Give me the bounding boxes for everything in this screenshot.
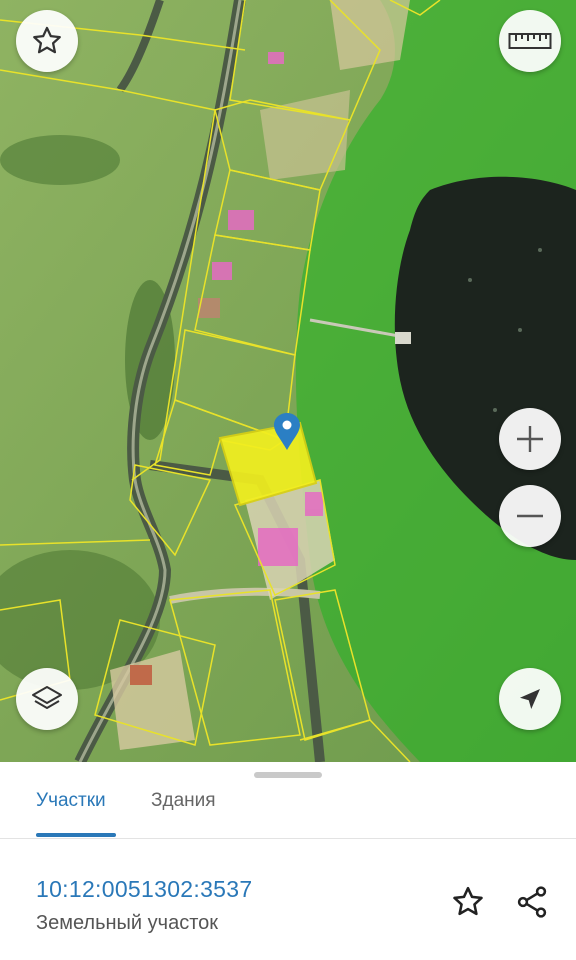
star-icon [33, 26, 61, 54]
zoom-in-button[interactable] [499, 408, 561, 470]
share-icon [517, 886, 547, 918]
map-imagery [0, 0, 576, 762]
minus-icon [517, 514, 543, 518]
tab-parcels[interactable]: Участки [36, 790, 116, 837]
locate-button[interactable] [499, 668, 561, 730]
cadastral-number[interactable]: 10:12:0051302:3537 [36, 876, 252, 903]
tab-bar: Участки Здания [0, 790, 576, 839]
bottom-sheet: Участки Здания 10:12:0051302:3537 Земель… [0, 762, 576, 960]
zoom-out-button[interactable] [499, 485, 561, 547]
save-parcel-button[interactable] [448, 882, 488, 922]
plus-icon [517, 426, 543, 452]
tab-buildings[interactable]: Здания [151, 790, 216, 836]
layers-button[interactable] [16, 668, 78, 730]
favorite-button[interactable] [16, 10, 78, 72]
tab-buildings-label: Здания [151, 790, 216, 811]
layers-icon [32, 686, 62, 709]
active-tab-indicator [36, 833, 116, 837]
ruler-icon [508, 33, 552, 49]
satellite-map[interactable] [0, 0, 576, 762]
navigation-arrow-icon [520, 689, 540, 709]
parcel-type: Земельный участок [36, 912, 219, 934]
tab-parcels-label: Участки [36, 790, 106, 811]
drag-handle[interactable] [254, 772, 322, 778]
star-icon [453, 886, 483, 916]
share-button[interactable] [512, 882, 552, 922]
ruler-button[interactable] [499, 10, 561, 72]
